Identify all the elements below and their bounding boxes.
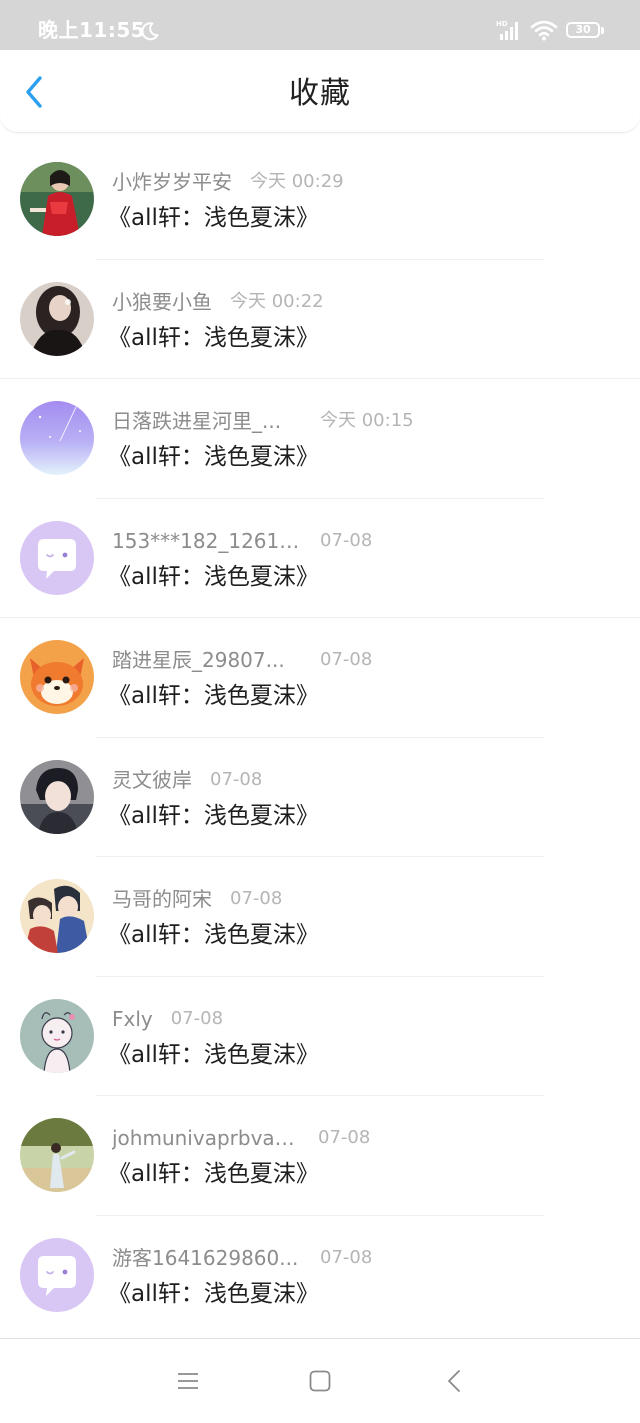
username[interactable]: 日落跌进星河里_... <box>112 407 300 435</box>
timestamp: 今天 00:22 <box>230 290 324 312</box>
avatar[interactable] <box>20 401 94 475</box>
timestamp: 今天 00:29 <box>250 171 344 192</box>
timestamp: 07-08 <box>320 1246 373 1268</box>
avatar[interactable] <box>20 281 94 356</box>
moon-icon <box>141 22 159 41</box>
list-item[interactable]: 日落跌进星河里_... 今天 00:15 《all轩：浅色夏沫》 <box>0 379 640 499</box>
page-title: 收藏 <box>289 76 351 111</box>
favorites-list: 小炸岁岁平安 今天 00:29 《all轩：浅色夏沫》 小狼要小鱼 今天 00:22… <box>0 140 640 1335</box>
book-title[interactable]: 《all轩：浅色夏沫》 <box>108 680 319 712</box>
username[interactable]: 马哥的阿宋 <box>112 885 212 913</box>
home-button[interactable] <box>304 1365 336 1397</box>
book-title[interactable]: 《all轩：浅色夏沫》 <box>108 441 319 473</box>
list-item[interactable]: 踏进星辰_29807... 07-08 《all轩：浅色夏沫》 <box>0 618 640 738</box>
book-title[interactable]: 《all轩：浅色夏沫》 <box>108 919 319 951</box>
status-time: 晚上11:55 <box>38 18 146 42</box>
username[interactable]: Fxly <box>112 1005 153 1033</box>
username[interactable]: 小狼要小鱼 <box>112 288 212 316</box>
username[interactable]: 灵文彼岸 <box>112 766 192 794</box>
avatar[interactable] <box>20 520 94 595</box>
username[interactable]: 游客1641629860... <box>112 1244 300 1272</box>
menu-icon <box>178 1373 198 1389</box>
nav-header: 收藏 <box>0 50 640 133</box>
signal-hd-label: HD <box>496 20 508 28</box>
timestamp: 07-08 <box>318 1127 371 1148</box>
avatar[interactable] <box>20 879 94 953</box>
back-triangle-icon <box>448 1370 460 1392</box>
avatar[interactable] <box>20 162 94 236</box>
list-item[interactable]: 马哥的阿宋 07-08 《all轩：浅色夏沫》 <box>0 857 640 977</box>
book-title[interactable]: 《all轩：浅色夏沫》 <box>108 1158 319 1190</box>
book-title[interactable]: 《all轩：浅色夏沫》 <box>108 322 319 354</box>
book-title[interactable]: 《all轩：浅色夏沫》 <box>108 1278 319 1310</box>
timestamp: 今天 00:15 <box>320 410 414 431</box>
system-nav-bar <box>0 1338 640 1423</box>
chat-bubble-icon <box>20 1237 94 1312</box>
timestamp: 07-08 <box>230 888 283 909</box>
timestamp: 07-08 <box>210 768 263 790</box>
avatar[interactable] <box>20 759 94 834</box>
chat-bubble-icon <box>20 520 94 595</box>
system-back-button[interactable] <box>438 1365 470 1397</box>
list-item[interactable]: 灵文彼岸 07-08 《all轩：浅色夏沫》 <box>0 738 640 857</box>
timestamp: 07-08 <box>320 529 373 551</box>
book-title[interactable]: 《all轩：浅色夏沫》 <box>108 800 319 832</box>
signal-icon: HD <box>496 20 518 40</box>
wifi-icon <box>530 20 558 41</box>
book-title[interactable]: 《all轩：浅色夏沫》 <box>108 1039 319 1071</box>
avatar[interactable] <box>20 1237 94 1312</box>
list-item[interactable]: johmunivaprbvatos 07-08 《all轩：浅色夏沫》 <box>0 1096 640 1216</box>
book-title[interactable]: 《all轩：浅色夏沫》 <box>108 561 319 593</box>
battery-icon: 30 <box>566 22 606 40</box>
username[interactable]: 153***182_12610... <box>112 527 300 555</box>
avatar[interactable] <box>20 998 94 1073</box>
list-item[interactable]: 小炸岁岁平安 今天 00:29 《all轩：浅色夏沫》 <box>0 140 640 260</box>
username[interactable]: 小炸岁岁平安 <box>112 168 232 196</box>
menu-button[interactable] <box>172 1365 204 1397</box>
status-bar: 晚上11:55 HD 30 <box>0 0 640 50</box>
username[interactable]: johmunivaprbvatos <box>112 1124 300 1152</box>
list-item[interactable]: 小狼要小鱼 今天 00:22 《all轩：浅色夏沫》 <box>0 260 640 379</box>
timestamp: 07-08 <box>320 649 373 670</box>
list-item[interactable]: 游客1641629860... 07-08 《all轩：浅色夏沫》 <box>0 1216 640 1336</box>
avatar[interactable] <box>20 1118 94 1192</box>
book-title[interactable]: 《all轩：浅色夏沫》 <box>108 202 319 234</box>
list-item[interactable]: Fxly 07-08 《all轩：浅色夏沫》 <box>0 977 640 1096</box>
list-item[interactable]: 153***182_12610... 07-08 《all轩：浅色夏沫》 <box>0 499 640 618</box>
username[interactable]: 踏进星辰_29807... <box>112 646 300 674</box>
home-square-icon <box>309 1370 331 1392</box>
battery-level: 30 <box>575 23 591 36</box>
timestamp: 07-08 <box>170 1007 224 1029</box>
avatar[interactable] <box>20 640 94 714</box>
